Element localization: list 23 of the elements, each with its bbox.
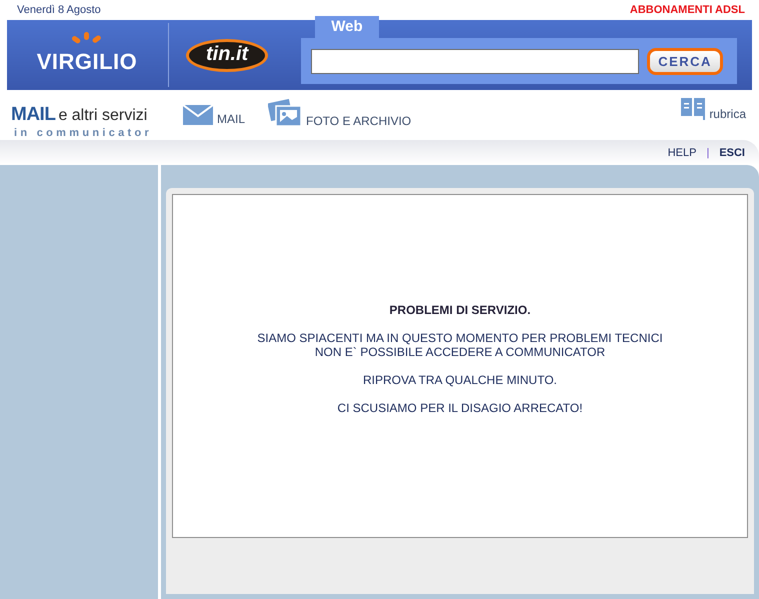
message-text: NON E` POSSIBILE ACCEDERE A COMMUNICATOR — [314, 345, 606, 359]
section-tagline: in communicator — [14, 127, 154, 139]
message-heading: PROBLEMI DI SERVIZIO. — [389, 303, 531, 317]
partner-logo[interactable]: tin.it — [186, 38, 268, 72]
message-text: CI SCUSIAMO PER IL DISAGIO ARRECATO! — [337, 401, 583, 415]
nav-link[interactable]: FOTO E ARCHIVIO — [306, 115, 412, 127]
section-title: MAIL — [11, 104, 56, 126]
brand-logo[interactable]: VIRGILIO — [36, 49, 138, 75]
separator: | — [706, 146, 710, 158]
section-subtitle: e altri servizi — [58, 107, 148, 125]
nav-link[interactable]: MAIL — [217, 113, 246, 125]
photos-icon — [268, 99, 302, 127]
address-book-link[interactable]: rubrica — [709, 108, 746, 120]
search-field[interactable] — [311, 48, 640, 74]
logout-link[interactable]: ESCI — [719, 146, 745, 158]
message-text: SIAMO SPIACENTI MA IN QUESTO MOMENTO PER PROBLEMI TECNICI — [257, 331, 663, 345]
help-link[interactable]: HELP — [668, 146, 696, 158]
search-button[interactable]: CERCA — [647, 48, 723, 74]
date-label: Venerdì 8 Agosto — [17, 4, 101, 16]
envelope-icon — [183, 105, 213, 125]
address-book-icon — [681, 98, 706, 120]
message-text: RIPROVA TRA QUALCHE MINUTO. — [362, 373, 558, 387]
promo-link[interactable]: ABBONAMENTI ADSL — [630, 4, 745, 16]
